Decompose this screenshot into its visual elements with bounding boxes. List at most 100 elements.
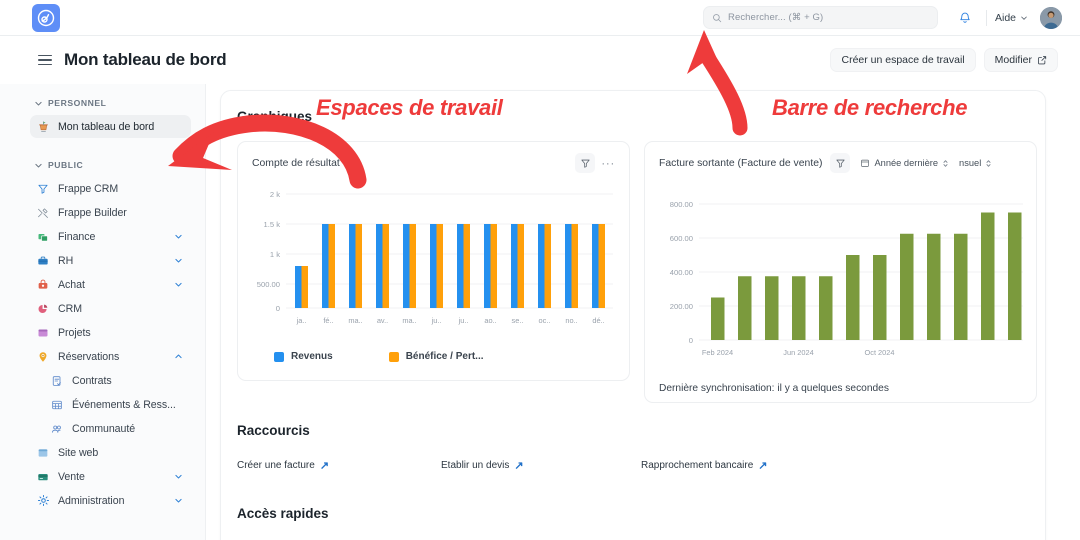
search-input[interactable]: Rechercher... (⌘ + G) <box>702 6 938 29</box>
chart-right-title: Facture sortante (Facture de vente) <box>659 157 823 169</box>
shortcut-etablir-un-devis[interactable]: Etablir un devis ↗ <box>441 459 641 472</box>
arrow-up-right-icon: ↗ <box>319 460 330 472</box>
chevron-down-icon <box>35 101 42 105</box>
sidebar-item-label: Frappe Builder <box>58 206 127 219</box>
svg-text:Jun 2024: Jun 2024 <box>783 348 813 357</box>
briefcase-icon <box>36 254 50 268</box>
notifications-button[interactable] <box>952 5 978 31</box>
sidebar-item-finance[interactable]: Finance <box>30 225 191 248</box>
legend-label: Bénéfice / Pert... <box>405 351 484 362</box>
sidebar-item-frappe-crm[interactable]: Frappe CRM <box>30 177 191 200</box>
chart-right-filter-button[interactable] <box>830 153 851 173</box>
sidebar-item-vente[interactable]: Vente <box>30 465 191 488</box>
chevron-down-icon[interactable] <box>174 472 183 481</box>
chevron-down-icon <box>1021 16 1027 20</box>
sidebar-section-public[interactable]: PUBLIC <box>0 154 205 176</box>
svg-text:ao..: ao.. <box>484 316 496 325</box>
chevron-down-icon[interactable] <box>174 256 183 265</box>
pie-chart-icon <box>36 302 50 316</box>
charts-section-title: Graphiques <box>237 109 313 124</box>
help-label: Aide <box>994 11 1016 24</box>
create-workspace-button[interactable]: Créer un espace de travail <box>830 48 976 72</box>
chevron-down-icon[interactable] <box>174 496 183 505</box>
shortcut-label: Etablir un devis <box>441 460 510 471</box>
dashboard-card: Graphiques Compte de résultat ··· 2 k 1.… <box>220 90 1046 540</box>
chart-left-title: Compte de résultat <box>252 157 340 169</box>
edit-label: Modifier <box>994 54 1032 66</box>
people-icon <box>50 422 64 436</box>
shortcut-rapprochement-bancaire[interactable]: Rapprochement bancaire ↗ <box>641 459 768 472</box>
svg-text:ja..: ja.. <box>296 316 307 325</box>
chart-right-interval-label: nsuel <box>959 158 982 168</box>
chart-right-period-select[interactable]: Année dernière <box>856 158 953 169</box>
svg-text:500.00: 500.00 <box>257 280 280 289</box>
svg-text:800.00: 800.00 <box>670 200 693 209</box>
hamburger-menu-icon[interactable] <box>38 54 52 66</box>
app-logo[interactable] <box>32 3 60 32</box>
sidebar-item-label: Finance <box>58 230 96 243</box>
svg-text:1.5 k: 1.5 k <box>264 220 281 229</box>
document-check-icon <box>50 374 64 388</box>
chart-right-interval-select[interactable]: nsuel <box>955 158 996 169</box>
gear-icon <box>36 494 50 508</box>
sidebar-item-reservations[interactable]: Réservations <box>30 345 191 368</box>
sidebar-item-achat[interactable]: Achat <box>30 273 191 296</box>
chart-left-legend: Revenus Bénéfice / Pert... <box>274 351 484 362</box>
sidebar-item-label: Projets <box>58 326 91 339</box>
svg-text:1 k: 1 k <box>270 250 280 259</box>
chevron-down-icon[interactable] <box>174 232 183 241</box>
legend-item-benefice-perte[interactable]: Bénéfice / Pert... <box>388 351 484 362</box>
folder-icon <box>36 326 50 340</box>
arrow-up-right-icon: ↗ <box>758 460 768 472</box>
sidebar-item-communaute[interactable]: Communauté <box>44 417 191 440</box>
svg-text:oc..: oc.. <box>539 316 551 325</box>
chart-left-filter-button[interactable] <box>575 153 596 173</box>
sidebar-item-mon-tableau-de-bord[interactable]: Mon tableau de bord <box>30 115 191 138</box>
sidebar-item-administration[interactable]: Administration <box>30 489 191 512</box>
sidebar-section-label: PUBLIC <box>48 160 84 170</box>
search-icon <box>713 13 722 22</box>
bell-icon <box>960 12 970 23</box>
card-icon <box>36 470 50 484</box>
edit-button[interactable]: Modifier <box>983 48 1058 72</box>
svg-text:se..: se.. <box>512 316 524 325</box>
updown-chevron-icon <box>943 159 948 167</box>
chevron-down-icon[interactable] <box>174 280 183 289</box>
svg-text:ma..: ma.. <box>348 316 362 325</box>
chart-right-period-label: Année dernière <box>874 158 939 168</box>
sidebar-item-label: Achat <box>58 278 85 291</box>
sidebar-item-frappe-builder[interactable]: Frappe Builder <box>30 201 191 224</box>
shortcuts-row: Créer une facture ↗ Etablir un devis ↗ R… <box>237 459 1037 472</box>
sidebar-item-site-web[interactable]: Site web <box>30 441 191 464</box>
legend-swatch-revenus <box>274 351 284 362</box>
sidebar-item-label: Contrats <box>72 374 112 387</box>
svg-text:Feb 2024: Feb 2024 <box>702 348 733 357</box>
chart-card-facture-sortante: Facture sortante (Facture de vente) Anné… <box>644 141 1037 403</box>
sidebar-item-rh[interactable]: RH <box>30 249 191 272</box>
avatar[interactable] <box>1040 6 1062 29</box>
svg-text:2 k: 2 k <box>270 190 280 199</box>
sidebar-item-crm[interactable]: CRM <box>30 297 191 320</box>
legend-item-revenus[interactable]: Revenus <box>274 351 333 362</box>
sidebar-item-projets[interactable]: Projets <box>30 321 191 344</box>
funnel-icon <box>36 182 50 196</box>
podium-icon <box>36 120 50 134</box>
sidebar-item-evenements-ressources[interactable]: Événements & Ress... <box>44 393 191 416</box>
charts-row: Compte de résultat ··· 2 k 1.5 k 1 k 500… <box>237 141 1037 403</box>
chart-left-menu-button[interactable]: ··· <box>595 157 621 169</box>
sidebar-item-contrats[interactable]: Contrats <box>44 369 191 392</box>
chevron-up-icon[interactable] <box>174 352 183 361</box>
sidebar-section-personnel[interactable]: PERSONNEL <box>0 92 205 114</box>
main-content: Graphiques Compte de résultat ··· 2 k 1.… <box>206 84 1080 540</box>
chart-right-bars <box>711 212 1022 340</box>
shortcut-creer-une-facture[interactable]: Créer une facture ↗ <box>237 459 441 472</box>
help-menu[interactable]: Aide <box>995 12 1028 24</box>
quick-access-title: Accès rapides <box>237 506 329 521</box>
sidebar-item-label: Administration <box>58 494 125 507</box>
pin-icon <box>36 350 50 364</box>
page-header: Mon tableau de bord Créer un espace de t… <box>0 36 1080 84</box>
search-placeholder-text: Rechercher... (⌘ + G) <box>727 12 824 23</box>
chart-left-bars <box>295 224 605 308</box>
sidebar-item-label: Vente <box>58 470 85 483</box>
svg-text:0: 0 <box>689 336 693 345</box>
